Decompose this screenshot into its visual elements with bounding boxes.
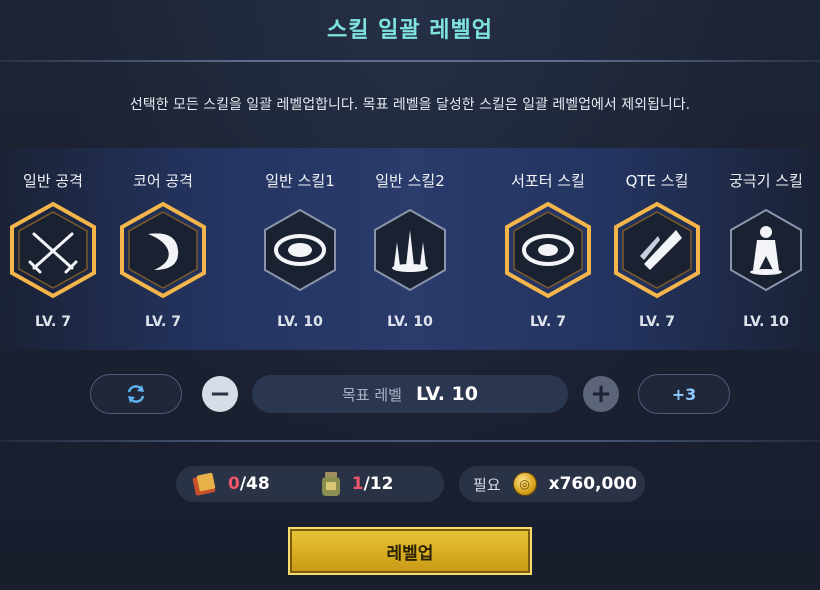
vortex-icon — [253, 200, 347, 300]
description-text: 선택한 모든 스킬을 일괄 레벨업합니다. 목표 레벨을 달성한 스킬은 일괄 … — [129, 97, 691, 113]
skill-level: LV. 7 — [35, 314, 71, 330]
material1-have: 0 — [228, 474, 240, 494]
blade-strike-icon — [610, 200, 704, 300]
skill-normal-skill1[interactable]: 일반 스킬1 LV. 10 — [250, 170, 350, 340]
material2-have: 1 — [351, 474, 364, 494]
cost-panel: 필요 ◎ x760,000 — [459, 466, 645, 502]
skill-name: 일반 공격 — [23, 172, 83, 190]
decrease-level-button[interactable]: − — [202, 376, 238, 412]
plus-three-button[interactable]: +3 — [638, 374, 730, 414]
crossed-swords-icon — [6, 200, 100, 300]
page-title: 스킬 일괄 레벨업 — [327, 18, 493, 43]
silhouette-icon — [719, 200, 813, 300]
target-level-display: 목표 레벨 LV. 10 — [252, 375, 568, 413]
skill-normal-skill2[interactable]: 일반 스킬2 LV. 10 — [360, 170, 460, 340]
section-divider — [0, 440, 820, 442]
material2-need: /12 — [363, 474, 394, 494]
material1: 0/48 — [190, 470, 270, 498]
skill-normal-attack[interactable]: 일반 공격 LV. 7 — [3, 170, 103, 340]
skill-level: LV. 7 — [145, 314, 181, 330]
material2: 1/12 — [318, 470, 394, 498]
skill-name: 궁극기 스킬 — [729, 172, 803, 190]
skill-supporter[interactable]: 서포터 스킬 LV. 7 — [498, 170, 598, 340]
skill-level: LV. 7 — [530, 314, 566, 330]
skill-name: 일반 스킬2 — [375, 172, 445, 190]
book-material-icon — [192, 472, 216, 496]
skill-level: LV. 7 — [639, 314, 675, 330]
increase-level-button[interactable]: + — [583, 376, 619, 412]
refresh-icon — [127, 385, 145, 403]
reset-button[interactable] — [90, 374, 182, 414]
level-controls: − 목표 레벨 LV. 10 + +3 — [0, 374, 820, 416]
levelup-button[interactable]: 레벨업 — [288, 527, 532, 575]
skill-name: QTE 스킬 — [625, 172, 689, 190]
skill-core-attack[interactable]: 코어 공격 LV. 7 — [113, 170, 213, 340]
materials-panel: 0/48 1/12 — [176, 466, 444, 502]
skill-ultimate[interactable]: 궁극기 스킬 LV. 10 — [716, 170, 816, 340]
cost-value: x760,000 — [548, 474, 638, 494]
spike-burst-icon — [363, 200, 457, 300]
cost-label: 필요 — [473, 475, 501, 494]
skill-name: 일반 스킬1 — [265, 172, 335, 190]
jar-material-icon — [321, 472, 340, 496]
target-level-value: LV. 10 — [415, 383, 478, 405]
skill-level: LV. 10 — [387, 314, 433, 330]
gold-coin-icon: ◎ — [512, 472, 537, 496]
skill-qte[interactable]: QTE 스킬 LV. 7 — [607, 170, 707, 340]
skill-name: 서포터 스킬 — [511, 172, 585, 190]
skill-level: LV. 10 — [743, 314, 789, 330]
target-level-label: 목표 레벨 — [342, 385, 402, 404]
title-divider — [0, 60, 820, 62]
skill-level: LV. 10 — [277, 314, 323, 330]
material1-need: /48 — [239, 474, 270, 494]
slash-arc-icon — [116, 200, 210, 300]
swirl-icon — [501, 200, 595, 300]
skill-name: 코어 공격 — [133, 172, 193, 190]
